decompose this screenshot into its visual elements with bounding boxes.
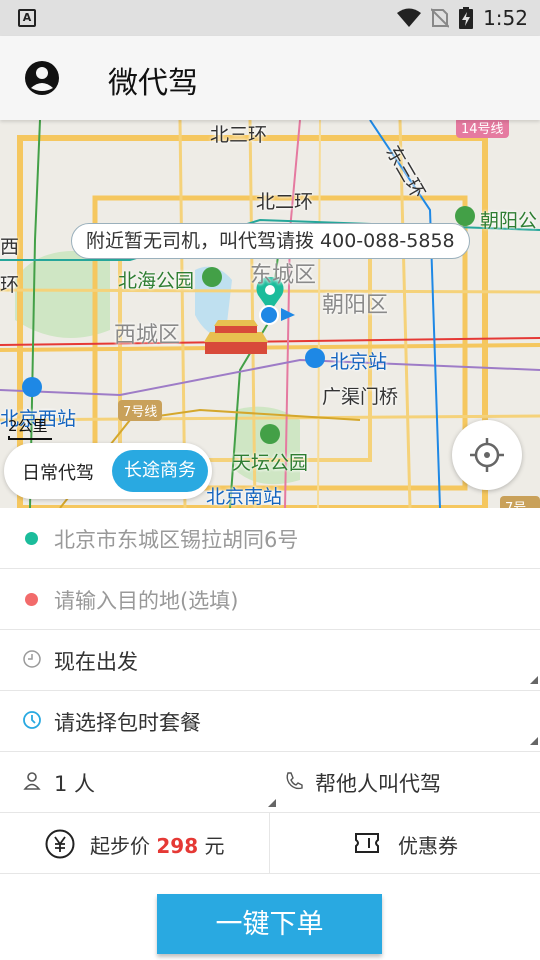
coupon-label: 优惠券: [398, 834, 458, 858]
price-coupon-row: 起步价 298 元 优惠券: [0, 813, 540, 874]
start-location-field[interactable]: 北京市东城区锡拉胡同6号: [54, 524, 298, 554]
status-bar: A 1:52: [0, 0, 540, 36]
map-label: 朝阳公: [480, 210, 538, 232]
start-price-value: 298: [156, 834, 199, 858]
dropdown-corner-icon: [268, 799, 276, 807]
mode-long-distance-tab[interactable]: 长途商务: [112, 450, 208, 492]
map-label: 北三环: [210, 124, 268, 146]
no-sim-icon: [431, 8, 450, 28]
map-district-label: 西城区: [114, 323, 181, 348]
order-form: 北京市东城区锡拉胡同6号 请输入目的地(选填) 现在出发 请选择包时套餐 1 人: [0, 508, 540, 874]
subway-line-badge: 7号线: [118, 400, 163, 421]
map-scale-bar: [8, 436, 52, 440]
clock: 1:52: [483, 6, 528, 30]
app-bar: 微代驾: [0, 36, 540, 120]
destination-input[interactable]: 请输入目的地(选填): [54, 585, 238, 615]
yen-icon: [45, 829, 75, 859]
package-select[interactable]: 请选择包时套餐: [54, 707, 201, 737]
subway-line-badge: 7号线: [500, 496, 540, 508]
battery-charging-icon: [459, 7, 474, 29]
wifi-icon: [397, 8, 422, 27]
passenger-select[interactable]: 1 人: [0, 752, 280, 813]
one-click-order-button[interactable]: 一键下单: [157, 894, 382, 954]
clock-icon: [23, 711, 41, 729]
destination-dot-icon: [25, 593, 38, 606]
account-circle-icon[interactable]: [24, 60, 60, 96]
map-district-label: 朝阳区: [322, 293, 389, 318]
call-for-others-label: 帮他人叫代驾: [315, 772, 441, 796]
person-icon: [23, 772, 41, 790]
map-label: 北二环: [256, 191, 314, 213]
service-mode-toggle: 日常代驾 长途商务: [4, 443, 212, 499]
clock-icon: [23, 650, 41, 668]
call-for-others-button[interactable]: 帮他人叫代驾: [280, 752, 540, 813]
dropdown-corner-icon: [530, 676, 538, 684]
map-district-label: 东城区: [250, 263, 317, 288]
start-location-row[interactable]: 北京市东城区锡拉胡同6号: [0, 508, 540, 569]
map-label: 天坛公园: [232, 452, 309, 474]
start-price-label: 起步价 298 元: [90, 834, 225, 858]
mode-daily-tab[interactable]: 日常代驾: [22, 459, 94, 485]
ticket-icon: [355, 833, 379, 853]
depart-time-row[interactable]: 现在出发: [0, 630, 540, 691]
price-info: 起步价 298 元: [0, 813, 280, 874]
phone-icon: [286, 772, 303, 790]
coupon-button[interactable]: 优惠券: [270, 813, 540, 874]
app-notification-icon: A: [18, 9, 36, 27]
subway-line-badge: 14号线: [456, 120, 509, 138]
map-label: 环: [0, 274, 20, 296]
passenger-count: 1 人: [54, 772, 96, 796]
crosshair-icon: [470, 438, 504, 472]
passenger-row: 1 人 帮他人叫代驾: [0, 752, 540, 813]
no-driver-notice: 附近暂无司机，叫代驾请拨 400-088-5858: [71, 223, 470, 259]
map-label: 西: [0, 236, 20, 258]
app-title: 微代驾: [108, 66, 198, 101]
map-scale-label: 2公里: [8, 417, 48, 435]
locate-me-button[interactable]: [452, 420, 522, 490]
package-row[interactable]: 请选择包时套餐: [0, 691, 540, 752]
map-label: 广渠门桥: [322, 386, 399, 408]
map-label: 北京南站: [206, 486, 283, 508]
map-view[interactable]: 北三环 北二环 东三环 14号线 朝阳公 西 环 东城区 朝阳区 西城区 北海公…: [0, 120, 540, 508]
depart-time-select[interactable]: 现在出发: [54, 646, 138, 676]
map-label: 北海公园: [118, 270, 195, 292]
start-dot-icon: [25, 532, 38, 545]
map-label: 北京站: [330, 351, 388, 373]
destination-row[interactable]: 请输入目的地(选填): [0, 569, 540, 630]
dropdown-corner-icon: [530, 737, 538, 745]
